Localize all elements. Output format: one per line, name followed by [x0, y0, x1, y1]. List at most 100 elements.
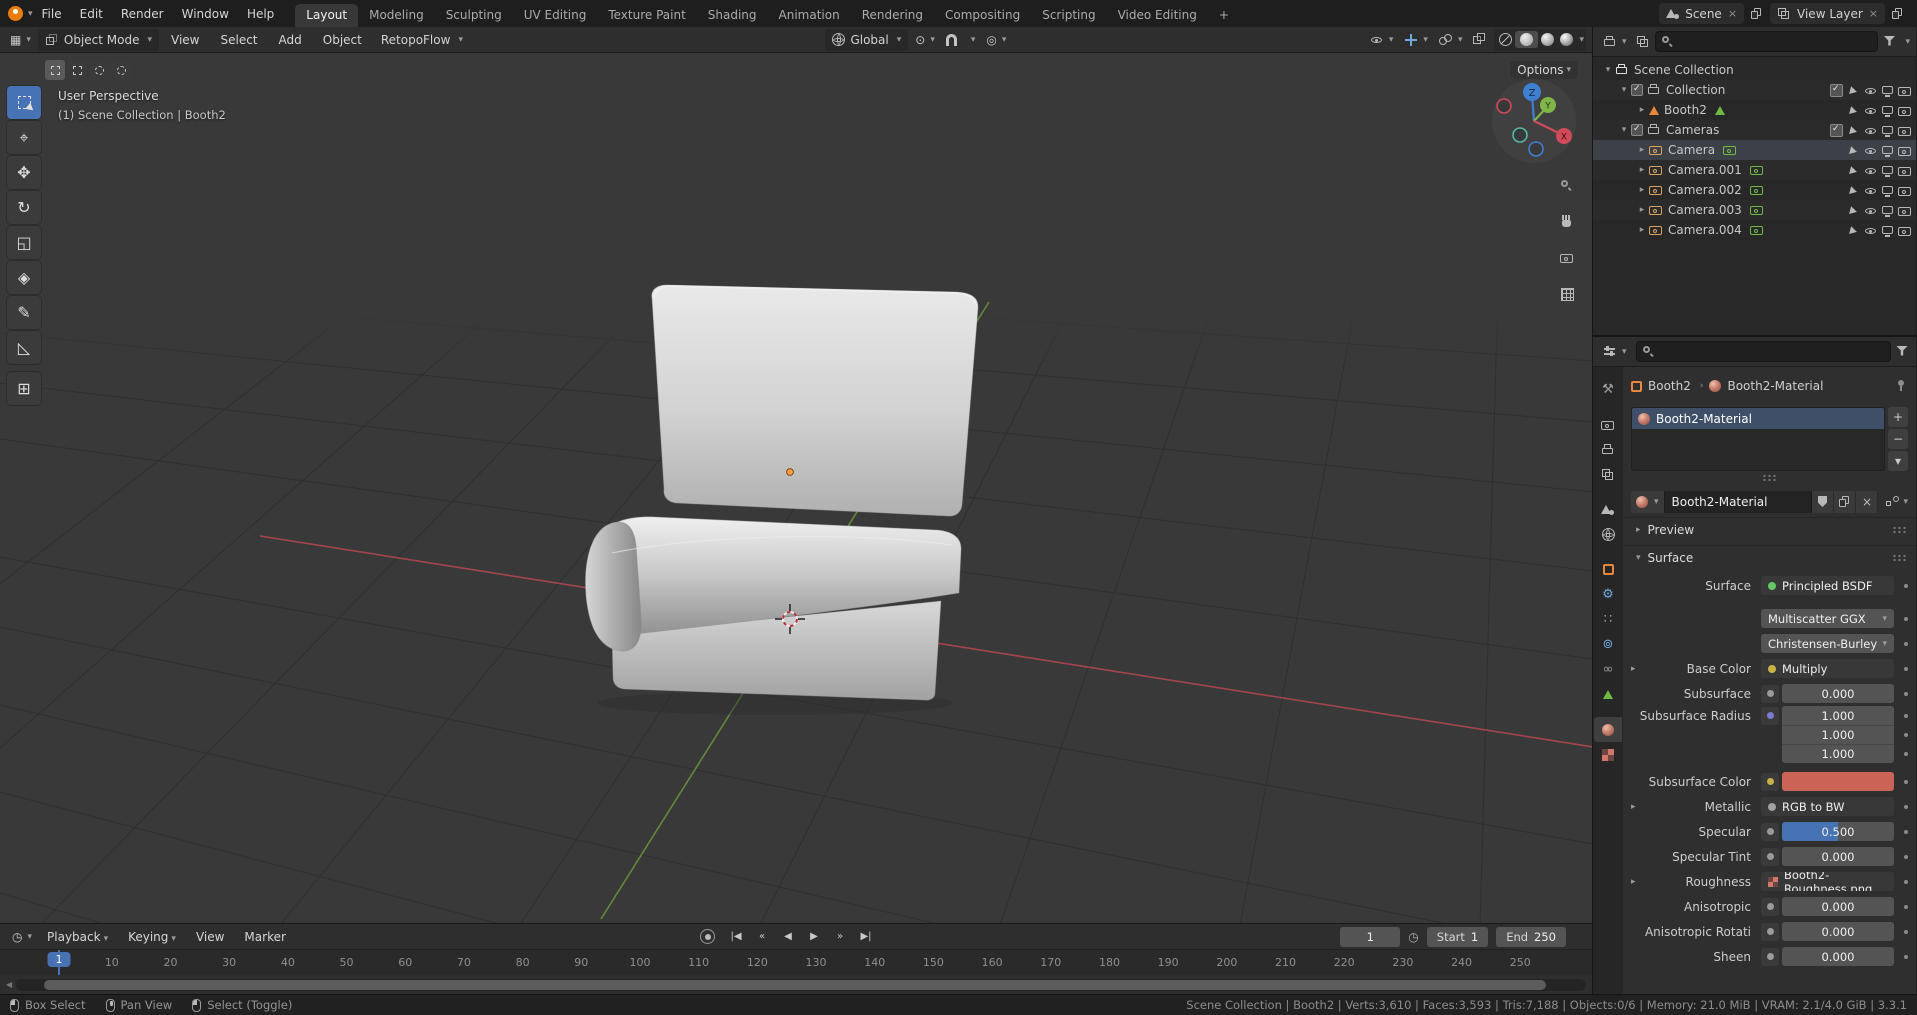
start-frame-field[interactable]: Start 1 [1426, 926, 1489, 947]
input-socket-button[interactable] [1761, 772, 1779, 791]
distribution-dropdown[interactable]: Multiscatter GGX ▾ [1761, 609, 1894, 628]
disable-render-icon[interactable] [1898, 224, 1911, 237]
panel-grip[interactable] [1892, 525, 1908, 534]
shading-wireframe-button[interactable] [1499, 33, 1513, 46]
selectable-icon[interactable] [1847, 84, 1860, 97]
workspace-tab-compositing[interactable]: Compositing [934, 4, 1031, 27]
decorator-dot[interactable] [1904, 666, 1908, 671]
timeline-menu-playback[interactable]: Playback ▾ [38, 927, 117, 947]
outliner-row-scene-collection[interactable]: ▾ Scene Collection [1593, 60, 1916, 80]
decorator-dot[interactable] [1904, 641, 1908, 646]
subsurface-color-swatch[interactable] [1782, 772, 1894, 791]
hide-eye-icon[interactable] [1864, 144, 1877, 157]
retopoflow-dropdown[interactable]: RetopoFlow ▾ [374, 29, 470, 51]
subsurface-method-dropdown[interactable]: Christensen-Burley ▾ [1761, 634, 1894, 653]
prev-keyframe-button[interactable]: « [751, 927, 773, 947]
subsurface-value-field[interactable]: 0.000 [1782, 684, 1894, 703]
editor-type-button[interactable]: ▦ ▾ [6, 29, 35, 51]
next-keyframe-button[interactable]: » [829, 927, 851, 947]
scene-unlink-icon[interactable]: × [1728, 7, 1737, 20]
timeline-ruler[interactable]: 1 11020304050607080901001101201301401501… [0, 949, 1592, 975]
select-mode-intersect-button[interactable] [111, 60, 131, 80]
workspace-tab-uv-editing[interactable]: UV Editing [513, 4, 598, 27]
menu-window[interactable]: Window [173, 4, 238, 24]
disable-viewport-icon[interactable] [1881, 144, 1894, 157]
disable-viewport-icon[interactable] [1881, 164, 1894, 177]
mode-dropdown[interactable]: Object Mode ▾ [37, 28, 159, 51]
disable-render-icon[interactable] [1898, 164, 1911, 177]
expand-icon[interactable]: ▸ [1635, 225, 1649, 235]
tab-material[interactable] [1594, 717, 1622, 742]
properties-filter-icon[interactable] [1896, 345, 1910, 359]
shading-options-chevron-icon[interactable]: ▾ [1579, 35, 1584, 45]
timeline-menu-keying[interactable]: Keying ▾ [119, 927, 185, 947]
disable-render-icon[interactable] [1898, 184, 1911, 197]
panel-grip[interactable] [1892, 553, 1908, 562]
specular-slider[interactable]: 0.500 [1782, 822, 1894, 841]
stopwatch-icon[interactable]: ◷ [1408, 930, 1418, 944]
viewport-3d[interactable]: User Perspective (1) Scene Collection | … [0, 53, 1592, 923]
outliner-row-camera-004[interactable]: ▸ Camera.004 [1593, 220, 1916, 240]
base-color-field[interactable]: Multiply [1761, 659, 1894, 678]
tool-scale[interactable]: ◱ [7, 226, 41, 259]
selectable-icon[interactable] [1847, 204, 1860, 217]
vp-menu-add[interactable]: Add [270, 30, 311, 50]
material-slot-list[interactable]: Booth2-Material [1631, 407, 1885, 471]
select-mode-set-button[interactable] [45, 60, 65, 80]
disable-viewport-icon[interactable] [1881, 84, 1894, 97]
specular-tint-field[interactable]: 0.000 [1782, 847, 1894, 866]
collection-checkbox[interactable] [1631, 84, 1643, 96]
expand-icon[interactable]: ▸ [1635, 205, 1649, 215]
timeline-editor-type-button[interactable]: ◷ ▾ [8, 926, 36, 948]
outliner-row-camera-003[interactable]: ▸ Camera.003 [1593, 200, 1916, 220]
hide-eye-icon[interactable] [1864, 124, 1877, 137]
expand-icon[interactable]: ▸ [1631, 802, 1636, 812]
playhead-frame-badge[interactable]: 1 [47, 952, 71, 967]
tab-texture[interactable] [1594, 742, 1622, 767]
properties-editor-type-button[interactable]: ▾ [1599, 341, 1631, 363]
expand-icon[interactable]: ▾ [1617, 85, 1631, 95]
show-gizmo-button[interactable]: ▾ [1400, 29, 1432, 51]
hide-eye-icon[interactable] [1864, 164, 1877, 177]
object-visibility-dropdown[interactable]: ▾ [1366, 29, 1398, 51]
show-overlays-button[interactable]: ▾ [1435, 29, 1467, 51]
snap-toggle-button[interactable] [942, 29, 961, 51]
decorator-dot[interactable] [1904, 804, 1908, 809]
pin-icon[interactable] [1894, 379, 1908, 393]
selectable-icon[interactable] [1847, 184, 1860, 197]
input-socket-button[interactable] [1761, 847, 1779, 866]
tool-rotate[interactable]: ↻ [7, 191, 41, 224]
hide-eye-icon[interactable] [1864, 204, 1877, 217]
disable-viewport-icon[interactable] [1881, 204, 1894, 217]
tool-transform[interactable]: ◈ [7, 261, 41, 294]
hide-eye-icon[interactable] [1864, 84, 1877, 97]
vp-menu-view[interactable]: View [162, 30, 208, 50]
input-socket-button[interactable] [1761, 947, 1779, 966]
unlink-material-button[interactable]: × [1856, 491, 1879, 513]
metallic-field[interactable]: RGB to BW [1761, 797, 1894, 816]
disable-viewport-icon[interactable] [1881, 224, 1894, 237]
anisotropic-rotation-field[interactable]: 0.000 [1782, 922, 1894, 941]
menu-help[interactable]: Help [238, 4, 283, 24]
vp-menu-object[interactable]: Object [314, 30, 371, 50]
new-scene-icon[interactable] [1750, 7, 1764, 21]
breadcrumb-object[interactable]: Booth2 [1648, 379, 1691, 393]
snap-settings-button[interactable]: ▾ [964, 29, 980, 51]
workspace-tab-scripting[interactable]: Scripting [1031, 4, 1106, 27]
menu-file[interactable]: File [33, 4, 71, 24]
scene-selector[interactable]: Scene × [1659, 3, 1745, 24]
tab-object-data[interactable] [1594, 682, 1622, 707]
disable-render-icon[interactable] [1898, 124, 1911, 137]
camera-view-button[interactable] [1554, 245, 1580, 271]
jump-to-end-button[interactable]: ▶| [855, 927, 877, 947]
decorator-dot[interactable] [1904, 616, 1908, 621]
outliner-row-booth2[interactable]: ▸ Booth2 [1593, 100, 1916, 120]
current-frame-field[interactable]: 1 [1340, 926, 1401, 947]
properties-search-input[interactable] [1660, 345, 1885, 358]
display-mode-icon[interactable] [1636, 35, 1650, 49]
surface-shader-field[interactable]: Principled BSDF [1761, 576, 1894, 595]
outliner-editor-type-button[interactable]: ▾ [1599, 31, 1631, 53]
shading-rendered-button[interactable] [1560, 33, 1574, 46]
proportional-edit-button[interactable]: ◎ ▾ [982, 29, 1010, 51]
blender-logo-icon[interactable] [8, 6, 23, 21]
